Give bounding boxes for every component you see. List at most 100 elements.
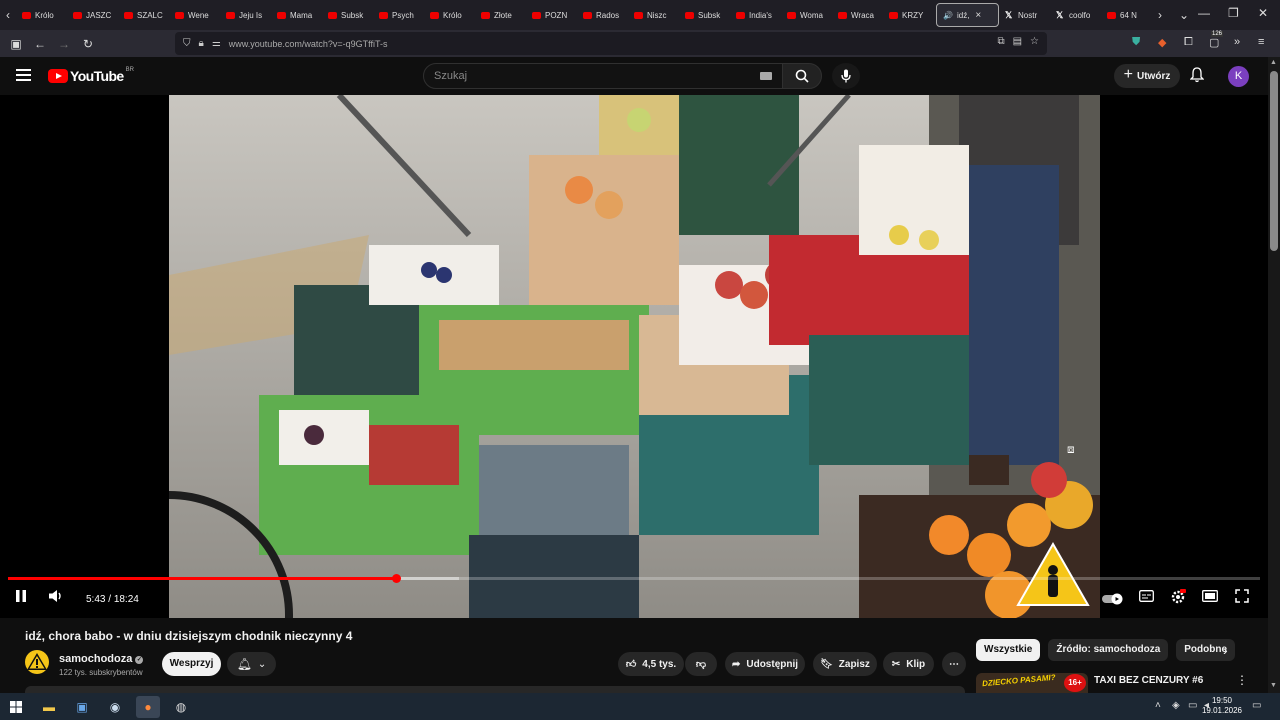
guide-menu-icon[interactable] — [16, 69, 31, 81]
minimize-icon[interactable]: — — [1198, 6, 1210, 20]
tray-app-icon[interactable]: ◈ — [1172, 700, 1180, 711]
theater-mode-button[interactable] — [1202, 589, 1218, 607]
windows-start-icon[interactable] — [4, 696, 28, 718]
browser-tab[interactable]: Rados — [577, 3, 628, 27]
browser-tab[interactable]: Niszc — [628, 3, 679, 27]
channel-avatar[interactable] — [25, 650, 49, 674]
pause-button[interactable] — [14, 589, 28, 608]
browser-tab[interactable]: Subsk — [322, 3, 373, 27]
browser-tab[interactable]: 𝕏 Nostr — [999, 3, 1050, 27]
network-icon[interactable]: ▭ — [1188, 700, 1197, 711]
browser-tab[interactable]: JASZC — [67, 3, 118, 27]
vpn-extension-icon[interactable]: ⛊ — [1132, 36, 1140, 49]
app-icon[interactable]: ◍ — [169, 696, 193, 718]
window-close-icon[interactable]: ✕ — [1258, 6, 1268, 20]
notification-center-icon[interactable]: ▭ — [1252, 700, 1261, 711]
system-clock[interactable]: 19:50 19.01.2026 — [1200, 696, 1244, 716]
browser-tab[interactable]: SZALC — [118, 3, 169, 27]
lock-icon[interactable]: 🔒︎ — [199, 38, 204, 49]
subscription-notifications-button[interactable]: 🔔︎ ⌄ — [227, 652, 276, 676]
tab-active[interactable]: 🔊 idź, × — [936, 3, 999, 27]
description-box[interactable] — [25, 686, 965, 693]
more-actions-button[interactable]: ⋯ — [942, 652, 966, 676]
video-frame[interactable] — [169, 95, 1100, 618]
chip-all[interactable]: Wszystkie — [976, 639, 1041, 661]
scroll-down-icon[interactable]: ▼ — [1270, 682, 1277, 689]
browser-tab[interactable]: Królo — [424, 3, 475, 27]
scrollbar-thumb[interactable] — [1270, 71, 1278, 251]
steam-icon[interactable]: ◉ — [103, 696, 127, 718]
forward-icon[interactable]: → — [52, 37, 76, 51]
save-button[interactable]: 🔖︎ Zapisz — [813, 652, 877, 676]
like-button[interactable]: 👍︎ 4,5 tys. — [618, 652, 684, 676]
speaker-icon[interactable]: 🔊 — [943, 11, 953, 20]
extensions-puzzle-icon[interactable]: ⧠ — [1184, 36, 1193, 49]
support-button[interactable]: Wesprzyj — [162, 652, 221, 676]
youtube-favicon-icon — [175, 11, 184, 19]
reader-view-icon[interactable]: ▤ — [1013, 36, 1022, 47]
video-player[interactable]: ⧈ 5:43 / 18:24 — [0, 95, 1268, 618]
address-bar[interactable]: ⛉ 🔒︎ ⚌ www.youtube.com/watch?v=-q9GTffiT… — [175, 32, 1047, 55]
extension-fox-icon[interactable]: ◆ — [1158, 36, 1166, 49]
channel-name[interactable]: samochodoza ✓ — [59, 653, 144, 665]
progress-bar[interactable] — [8, 574, 1260, 583]
voice-search-button[interactable] — [832, 63, 860, 89]
browser-tab[interactable]: 𝕏coolfo — [1050, 3, 1101, 27]
chip-from-channel[interactable]: Źródło: samochodoza — [1048, 639, 1169, 661]
extension-badge-icon[interactable]: ▢ 126 — [1209, 31, 1224, 49]
browser-tab[interactable]: Psych — [373, 3, 424, 27]
tab-close-icon[interactable]: × — [975, 10, 981, 21]
autoplay-toggle[interactable] — [1102, 592, 1124, 610]
volume-button[interactable] — [48, 589, 64, 608]
sidebar-toggle-icon[interactable]: ▣ — [4, 37, 28, 51]
settings-button[interactable] — [1170, 589, 1186, 610]
browser-tab[interactable]: POZN — [526, 3, 577, 27]
dislike-button[interactable]: 👎︎ — [685, 652, 717, 676]
scroll-up-icon[interactable]: ▲ — [1270, 59, 1277, 66]
overflow-chevron-icon[interactable]: » — [1234, 36, 1240, 48]
recommended-more-icon[interactable]: ⋮ — [1236, 673, 1248, 687]
permissions-icon[interactable]: ⚌ — [212, 38, 221, 49]
notifications-bell-icon[interactable] — [1189, 67, 1205, 86]
browser-tab[interactable]: 64 N — [1101, 3, 1152, 27]
bookmark-star-icon[interactable]: ☆ — [1030, 36, 1039, 47]
browser-tab[interactable]: KRZY — [883, 3, 934, 27]
tab-scroll-left-icon[interactable]: ‹ — [0, 8, 16, 22]
browser-tab[interactable]: Mama — [271, 3, 322, 27]
app-menu-icon[interactable]: ≡ — [1258, 36, 1264, 48]
reload-icon[interactable]: ↻ — [76, 37, 100, 51]
shield-icon[interactable]: ⛉ — [183, 38, 191, 49]
tab-list-dropdown-icon[interactable]: ⌄ — [1176, 8, 1192, 22]
browser-tab[interactable]: Wene — [169, 3, 220, 27]
clip-button[interactable]: ✂ Klip — [883, 652, 934, 676]
firefox-icon[interactable]: ● — [136, 696, 160, 718]
account-avatar[interactable]: K — [1228, 66, 1249, 87]
picture-in-picture-icon[interactable]: ⧉ — [997, 36, 1004, 47]
file-explorer-icon[interactable]: ▬ — [37, 696, 61, 718]
miniplayer-overlay-icon[interactable]: ⧈ — [1067, 442, 1075, 457]
browser-tab[interactable]: Jeju Is — [220, 3, 271, 27]
recommended-thumbnail[interactable]: DZIECKO PASAMI? 16+ — [976, 673, 1088, 693]
page-scrollbar[interactable]: ▲ ▼ — [1268, 57, 1280, 693]
back-icon[interactable]: ← — [28, 37, 52, 51]
browser-tab[interactable]: Subsk — [679, 3, 730, 27]
search-input[interactable]: Szukaj — [423, 63, 783, 89]
create-button[interactable]: + Utwórz — [1114, 64, 1180, 88]
restore-icon[interactable]: ❐ — [1228, 6, 1239, 20]
tab-scroll-right-icon[interactable]: › — [1152, 8, 1168, 22]
chips-next-icon[interactable]: › — [1223, 642, 1228, 658]
recommended-title[interactable]: TAXI BEZ CENZURY #6 — [1094, 675, 1203, 686]
browser-tab[interactable]: India's — [730, 3, 781, 27]
browser-tab[interactable]: Królo — [16, 3, 67, 27]
browser-tab[interactable]: Wraca — [832, 3, 883, 27]
youtube-logo[interactable]: YouTube BR — [48, 67, 134, 84]
share-button[interactable]: ➦ Udostępnij — [725, 652, 805, 676]
subtitles-button[interactable] — [1139, 589, 1154, 607]
browser-tab[interactable]: Woma — [781, 3, 832, 27]
search-button[interactable] — [782, 63, 822, 89]
tray-chevron-icon[interactable]: ˄ — [1155, 700, 1161, 711]
remote-desktop-icon[interactable]: ▣ — [70, 696, 94, 718]
keyboard-icon[interactable] — [760, 72, 772, 80]
browser-tab[interactable]: Złote — [475, 3, 526, 27]
fullscreen-button[interactable] — [1235, 589, 1249, 608]
